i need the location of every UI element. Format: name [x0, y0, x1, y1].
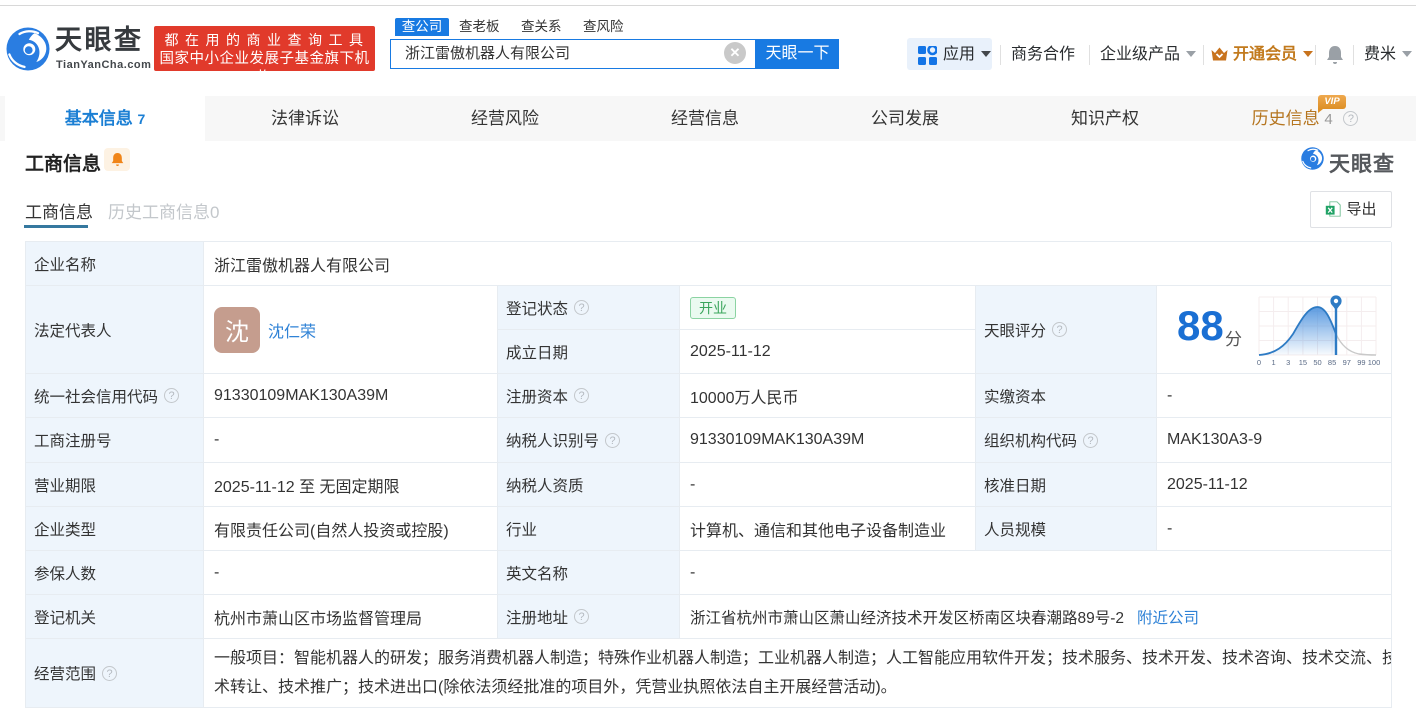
- svg-text:1: 1: [1272, 358, 1276, 367]
- svg-text:3: 3: [1286, 358, 1290, 367]
- svg-text:0: 0: [1257, 358, 1261, 367]
- svg-text:85: 85: [1328, 358, 1336, 367]
- svg-text:100: 100: [1368, 358, 1381, 367]
- svg-text:97: 97: [1343, 358, 1351, 367]
- svg-text:15: 15: [1299, 358, 1307, 367]
- svg-text:50: 50: [1313, 358, 1321, 367]
- svg-text:99: 99: [1357, 358, 1365, 367]
